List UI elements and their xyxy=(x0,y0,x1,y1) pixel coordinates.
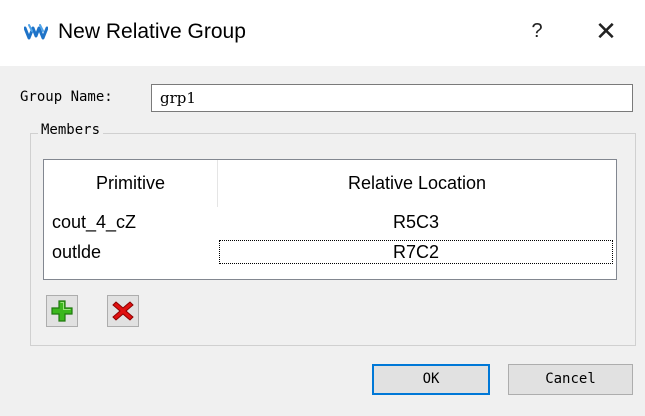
title-bar: New Relative Group ? ✕ xyxy=(0,0,645,66)
relative-location-cell[interactable]: R7C2 xyxy=(219,240,613,264)
ok-button[interactable]: OK xyxy=(372,364,490,395)
primitive-cell[interactable]: cout_4_cZ xyxy=(52,210,212,234)
add-member-button[interactable] xyxy=(46,295,78,327)
x-icon xyxy=(112,301,134,321)
primitive-cell[interactable]: outlde xyxy=(52,240,212,264)
members-legend: Members xyxy=(38,122,104,138)
cancel-button[interactable]: Cancel xyxy=(508,364,633,395)
table-row[interactable]: cout_4_cZ R5C3 xyxy=(44,210,616,234)
column-header-relative-location[interactable]: Relative Location xyxy=(218,160,616,207)
remove-member-button[interactable] xyxy=(107,295,139,327)
column-header-primitive[interactable]: Primitive xyxy=(44,160,218,207)
relative-location-cell[interactable]: R5C3 xyxy=(219,210,613,234)
group-name-input[interactable] xyxy=(151,84,633,112)
table-row[interactable]: outlde R7C2 xyxy=(44,240,616,264)
window-title: New Relative Group xyxy=(58,20,246,43)
group-name-label: Group Name: xyxy=(20,89,113,105)
plus-icon xyxy=(51,300,73,322)
members-table[interactable]: Primitive Relative Location cout_4_cZ R5… xyxy=(43,159,617,280)
help-button[interactable]: ? xyxy=(521,16,553,46)
close-button[interactable]: ✕ xyxy=(590,16,622,46)
wave-logo-icon xyxy=(24,24,48,40)
